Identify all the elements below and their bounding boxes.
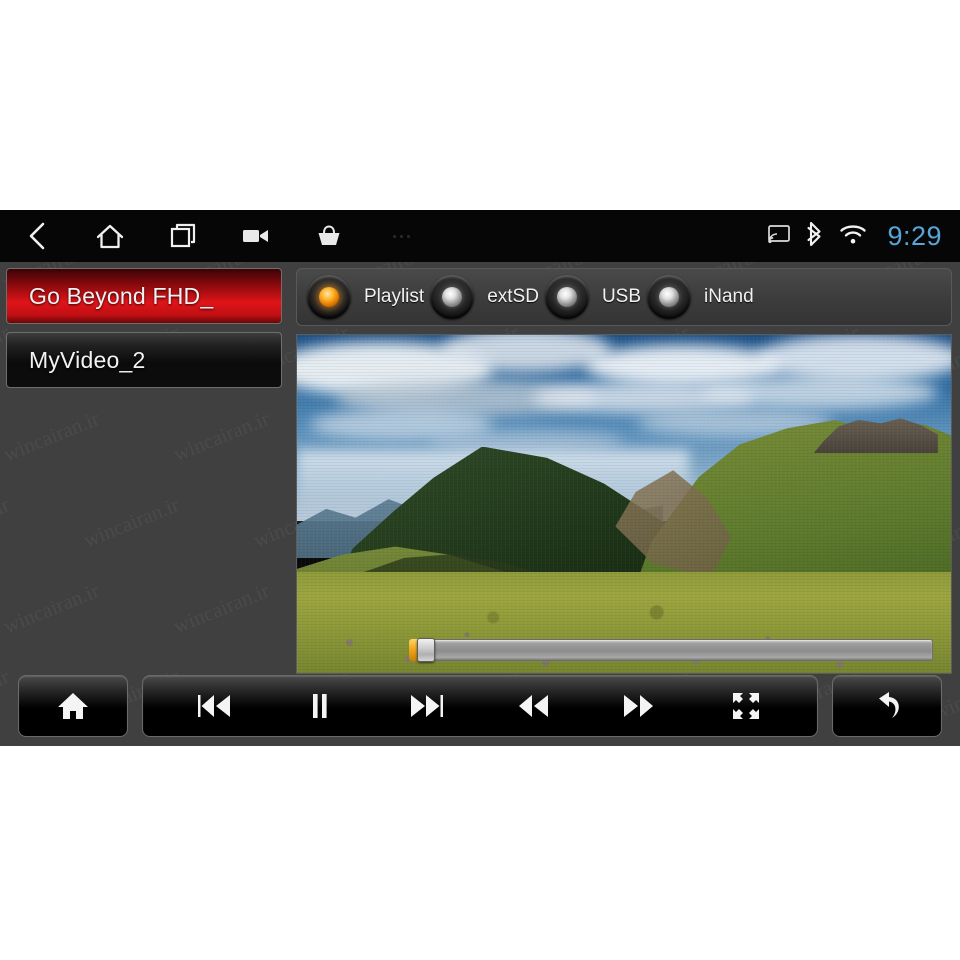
bluetooth-icon[interactable]	[805, 221, 825, 252]
source-option-extsd[interactable]: extSD	[430, 268, 539, 326]
recents-icon	[169, 222, 197, 250]
source-option-inand[interactable]: iNand	[647, 268, 754, 326]
fullscreen-icon[interactable]	[715, 675, 777, 737]
cast-icon[interactable]	[767, 224, 791, 249]
home-button-panel[interactable]	[18, 675, 128, 737]
head-unit-screen: 9:29 wincairan.ir wincairan.ir wincairan.i…	[0, 210, 960, 746]
video-camera-icon	[242, 226, 270, 246]
transport-controls	[0, 674, 960, 746]
overflow-menu-button[interactable]	[365, 210, 438, 262]
next-track-icon[interactable]	[396, 675, 458, 737]
source-label: Playlist	[364, 286, 425, 307]
back-icon	[26, 221, 48, 251]
playlist-item-label: MyVideo_2	[29, 346, 146, 373]
recents-button[interactable]	[146, 210, 219, 262]
source-selector-bar: Playlist extSD USB iNand	[296, 268, 952, 326]
return-button-panel[interactable]	[832, 675, 942, 737]
playlist-panel: Go Beyond FHD_ MyVideo_2	[0, 262, 290, 674]
source-option-playlist[interactable]: Playlist	[307, 268, 424, 326]
basket-icon	[316, 224, 342, 248]
playback-panel	[142, 675, 818, 737]
source-label: extSD	[487, 286, 539, 307]
overflow-menu-icon	[393, 234, 410, 238]
screenshot-root: 9:29 wincairan.ir wincairan.ir wincairan.i…	[0, 0, 960, 960]
status-indicators: 9:29	[767, 210, 942, 262]
radio-button-on-icon[interactable]	[307, 275, 351, 319]
video-frame	[297, 335, 951, 673]
screen-record-button[interactable]	[219, 210, 292, 262]
return-arrow-icon[interactable]	[856, 675, 918, 737]
home-button[interactable]	[73, 210, 146, 262]
radio-button-off-icon[interactable]	[430, 275, 475, 319]
fast-forward-icon[interactable]	[608, 675, 670, 737]
radio-button-off-icon[interactable]	[544, 275, 589, 319]
home-icon[interactable]	[42, 675, 104, 737]
seek-thumb[interactable]	[417, 638, 435, 662]
wifi-icon[interactable]	[839, 223, 867, 250]
seek-track[interactable]	[409, 639, 933, 661]
source-option-usb[interactable]: USB	[544, 268, 642, 326]
player-body: wincairan.ir wincairan.ir wincairan.ir winc…	[0, 262, 960, 746]
previous-track-icon[interactable]	[183, 675, 245, 737]
source-label: iNand	[704, 286, 754, 307]
rewind-icon[interactable]	[502, 675, 564, 737]
clock: 9:29	[887, 220, 942, 251]
seek-bar[interactable]	[409, 638, 933, 662]
home-icon	[95, 222, 125, 250]
video-grain	[297, 335, 951, 673]
status-bar: 9:29	[0, 210, 960, 262]
list-item[interactable]: Go Beyond FHD_	[6, 268, 282, 324]
source-label: USB	[601, 286, 642, 307]
list-item[interactable]: MyVideo_2	[6, 332, 282, 388]
radio-button-off-icon[interactable]	[647, 275, 692, 319]
back-button[interactable]	[0, 210, 73, 262]
apps-button[interactable]	[292, 210, 365, 262]
video-surface[interactable]	[296, 334, 952, 674]
navigation-bar	[0, 210, 438, 262]
pause-icon[interactable]	[289, 675, 351, 737]
content-panel: Playlist extSD USB iNand	[296, 268, 952, 674]
playlist-item-label: Go Beyond FHD_	[29, 282, 214, 309]
